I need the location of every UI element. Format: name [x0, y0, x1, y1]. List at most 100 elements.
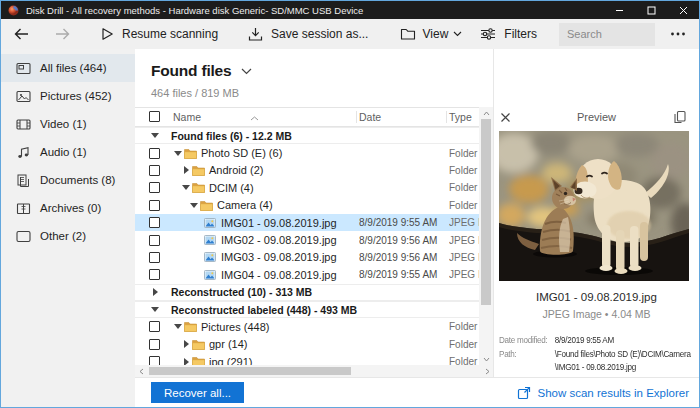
resume-scanning-button[interactable]: Resume scanning — [101, 27, 218, 41]
collapse-arrow-icon[interactable] — [180, 185, 192, 190]
row-checkbox[interactable] — [149, 200, 160, 211]
tree-row[interactable]: Camera (4)Folder — [135, 197, 480, 214]
folder-icon — [184, 321, 197, 332]
tree-row[interactable]: Photo SD (E) (6)Folder — [135, 144, 480, 161]
audio-icon — [15, 146, 31, 159]
tree-row[interactable]: IMG03 - 09.08.2019.jpg8/9/2019 9:56 AMJP… — [135, 249, 480, 266]
tree-row[interactable]: IMG04 - 09.08.2019.jpg8/9/2019 9:55 AMJP… — [135, 266, 480, 283]
tree-group-row[interactable]: Reconstructed (10) - 313 MB — [135, 284, 480, 301]
copy-icon[interactable] — [673, 110, 686, 124]
row-date: 8/9/2019 9:55 AM — [359, 269, 449, 280]
list-title-chevron-icon[interactable] — [241, 68, 252, 75]
list-subtitle: 464 files / 819 MB — [151, 87, 493, 99]
tree-row[interactable]: gpr (14) Folder — [135, 336, 480, 353]
date-modified-value: 8/9/2019 9:55 AM — [555, 334, 614, 348]
chevron-down-icon — [453, 31, 462, 37]
select-all-checkbox[interactable] — [149, 111, 160, 122]
minimize-button[interactable] — [603, 1, 635, 19]
filters-icon — [480, 27, 496, 41]
row-type: JPEG Image — [449, 269, 480, 280]
collapse-arrow-icon[interactable] — [149, 133, 161, 138]
bottom-bar: Recover all... Show scan results in Expl… — [135, 377, 699, 407]
folder-icon — [192, 356, 205, 365]
tree-row[interactable]: Pictures (448)Folder — [135, 318, 480, 335]
folder-icon — [192, 182, 205, 193]
row-name: Reconstructed (10) - 313 MB — [171, 286, 312, 298]
image-icon — [204, 270, 217, 280]
vscroll-thumb[interactable] — [481, 119, 491, 305]
expand-arrow-icon[interactable] — [149, 288, 161, 296]
maximize-button[interactable] — [635, 1, 667, 19]
row-type: Folder — [449, 148, 480, 159]
sidebar-item-video[interactable]: Video (1) — [1, 110, 135, 138]
toolbar: Resume scanning Save session as... View … — [1, 19, 699, 49]
table-header: Name Date Type — [135, 107, 493, 127]
collapse-arrow-icon[interactable] — [188, 203, 200, 208]
row-checkbox[interactable] — [149, 182, 160, 193]
tree-row[interactable]: jpg (291)Folder — [135, 353, 480, 365]
expand-arrow-icon[interactable] — [180, 340, 192, 348]
row-type: Folder — [449, 321, 480, 332]
sidebar-item-label: Video (1) — [40, 118, 86, 130]
column-name[interactable]: Name — [135, 111, 359, 123]
show-in-explorer-link[interactable]: Show scan results in Explorer — [517, 386, 689, 400]
vertical-scrollbar[interactable] — [479, 107, 493, 365]
tree-group-row[interactable]: Reconstructed labeled (448) - 493 MB — [135, 301, 480, 318]
row-date: 8/9/2019 9:55 AM — [359, 217, 449, 228]
row-checkbox[interactable] — [149, 252, 160, 263]
preview-file-name: IMG01 - 09.08.2019.jpg — [494, 291, 699, 303]
tree-group-row[interactable]: Found files (6) - 12.2 MB — [135, 127, 480, 144]
row-name: Camera (4) — [217, 199, 273, 211]
sidebar-item-archives[interactable]: Archives (0) — [1, 194, 135, 222]
horizontal-scrollbar[interactable] — [135, 365, 493, 377]
sidebar-item-documents[interactable]: Documents (8) — [1, 166, 135, 194]
row-checkbox[interactable] — [149, 165, 160, 176]
archives-icon — [15, 202, 31, 215]
search-input[interactable] — [559, 23, 655, 46]
sidebar-item-pictures[interactable]: Pictures (452) — [1, 82, 135, 110]
all-files-icon — [15, 62, 31, 75]
save-session-button[interactable]: Save session as... — [248, 27, 368, 42]
row-type: Folder — [449, 339, 480, 350]
back-button[interactable] — [13, 27, 30, 41]
preview-file-meta: JPEG Image • 4.04 MB — [494, 308, 699, 320]
row-name: Found files (6) - 12.2 MB — [171, 130, 292, 142]
row-type: JPEG Image — [449, 235, 480, 246]
tree-row[interactable]: DCIM (4)Folder — [135, 179, 480, 196]
preview-close-icon[interactable] — [500, 112, 511, 123]
hscroll-thumb[interactable] — [149, 367, 351, 375]
sidebar-item-audio[interactable]: Audio (1) — [1, 138, 135, 166]
row-checkbox[interactable] — [149, 356, 160, 365]
row-checkbox[interactable] — [149, 269, 160, 280]
sidebar-item-all[interactable]: All files (464) — [1, 54, 135, 82]
close-button[interactable] — [667, 1, 699, 19]
sidebar-item-other[interactable]: Other (2) — [1, 222, 135, 250]
row-checkbox[interactable] — [149, 339, 160, 350]
preview-title: Preview — [494, 111, 699, 123]
more-options-button[interactable] — [665, 31, 691, 37]
view-button[interactable]: View — [400, 27, 463, 41]
recover-all-button[interactable]: Recover all... — [151, 382, 244, 403]
column-date[interactable]: Date — [359, 111, 449, 123]
tree-row[interactable]: Android (2)Folder — [135, 162, 480, 179]
preview-image — [499, 131, 689, 281]
sidebar-item-label: Pictures (452) — [40, 90, 112, 102]
folder-icon — [192, 339, 205, 350]
row-checkbox[interactable] — [149, 148, 160, 159]
collapse-arrow-icon[interactable] — [172, 151, 184, 156]
row-name: gpr (14) — [209, 338, 248, 350]
row-checkbox[interactable] — [149, 235, 160, 246]
filters-button[interactable]: Filters — [480, 27, 537, 41]
row-checkbox[interactable] — [149, 217, 160, 228]
collapse-arrow-icon[interactable] — [172, 324, 184, 329]
expand-arrow-icon[interactable] — [180, 166, 192, 174]
row-checkbox[interactable] — [149, 321, 160, 332]
tree-row[interactable]: IMG02 - 09.08.2019.jpg8/9/2019 9:56 AMJP… — [135, 231, 480, 248]
expand-arrow-icon[interactable] — [180, 358, 192, 365]
row-name: Android (2) — [209, 164, 263, 176]
forward-button[interactable] — [54, 27, 71, 41]
collapse-arrow-icon[interactable] — [149, 307, 161, 312]
app-window: Disk Drill - All recovery methods - Hard… — [0, 0, 700, 408]
tree-row[interactable]: IMG01 - 09.08.2019.jpg8/9/2019 9:55 AMJP… — [135, 214, 480, 231]
row-name: jpg (291) — [209, 356, 252, 365]
